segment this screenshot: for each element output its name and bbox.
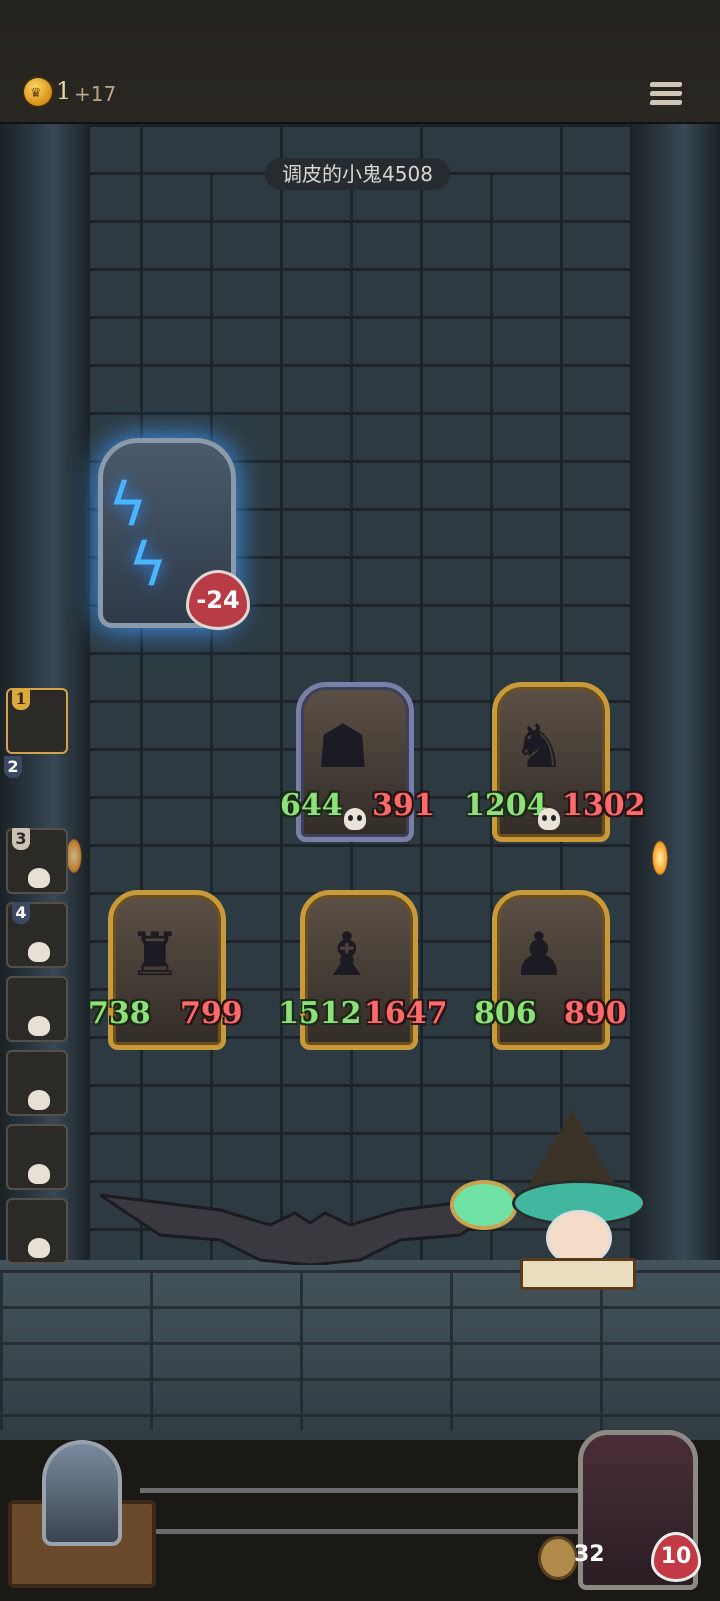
minion-attack: 644 [280,788,343,823]
crown-icon: ♛ [30,86,42,101]
queue-slot[interactable]: 1 [6,688,68,754]
skull-icon [28,942,50,962]
witch-character [450,1110,660,1290]
right-pillar [630,124,720,1264]
beast-icon: ♞ [512,712,566,782]
spell-book-icon [520,1258,636,1290]
queue-rank: 3 [12,828,30,850]
skull-icon [344,808,366,830]
minion-health: 391 [372,788,435,823]
menu-icon[interactable] [649,82,683,114]
queue-slot[interactable] [6,976,68,1042]
player-attack: 32 [574,1542,605,1567]
card-rail [140,1488,580,1534]
skull-icon [28,1090,50,1110]
queue-rank: 2 [4,756,22,778]
gold-count: 1 [56,77,72,105]
queue-slot[interactable] [6,1198,68,1264]
queue-slot[interactable] [6,1124,68,1190]
queue-slot[interactable]: 4 [6,902,68,968]
player-queue: 1 2 3 4 [0,670,72,1270]
minion-health: 890 [564,996,627,1031]
skull-icon [28,1164,50,1184]
enemy-hero-portrait[interactable]: ϟ ϟ -24 [88,430,250,630]
rat-king-icon: ♜ [128,920,182,990]
minion-health: 1647 [364,996,448,1031]
wraith-icon: ☗ [316,712,370,782]
floor-tiles [0,1270,720,1430]
shop-jar-icon [42,1440,122,1546]
clown-icon: ♝ [320,920,374,990]
minion-health: 799 [180,996,243,1031]
shop-button[interactable] [8,1440,156,1588]
skull-icon [28,1016,50,1036]
magic-mirror-icon [450,1180,518,1230]
lightning-icon: ϟ [128,530,168,600]
minion-health: 1302 [562,788,646,823]
skull-icon [28,1238,50,1258]
minion-attack: 1512 [278,996,362,1031]
torch-flame-icon [652,840,668,876]
minion-attack: 738 [88,996,151,1031]
top-bar: ♛ 1 +17 [0,0,720,124]
skull-icon [28,868,50,888]
gold-income: +17 [74,82,117,106]
queue-rank: 1 [12,688,30,710]
opponent-name: 调皮的小鬼4508 [265,158,450,190]
armor-shield-icon [538,1536,578,1580]
queue-slot[interactable] [6,1050,68,1116]
minion-attack: 806 [474,996,537,1031]
queue-rank: 4 [12,902,30,924]
queue-slot[interactable]: 3 [6,828,68,894]
minion-attack: 1204 [464,788,548,823]
skull-icon [538,808,560,830]
rat-icon: ♟ [512,920,566,990]
